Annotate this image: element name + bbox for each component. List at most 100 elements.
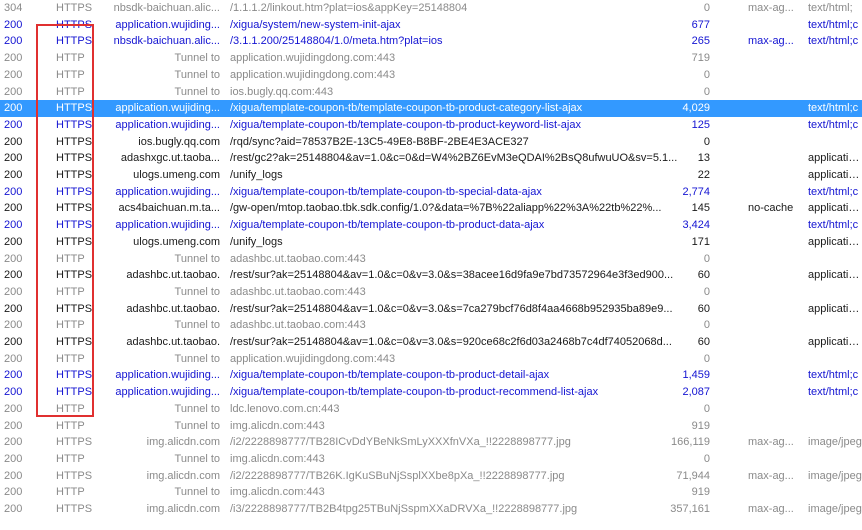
result-code-cell: 200 [4,503,23,515]
result-code-cell: 200 [4,18,23,31]
url-cell: adashbc.ut.taobao.com:443 [230,252,366,265]
session-row[interactable]: 200 HTTPS img.alicdn.com/i2/2228898777/TB2… [0,434,862,451]
session-row[interactable]: 200 HTTPS adashbc.ut.taobao. /rest/sur?ak=2… [0,301,862,318]
result-code-cell: 304 [4,2,23,14]
protocol-cell: HTTPS [56,336,93,348]
url-cell: /xigua/template-coupon-tb/template-coupo… [230,118,581,131]
body-size-cell: 919 [691,419,710,432]
host-cell: ulogs.umeng.com [133,169,220,181]
session-row[interactable]: 200 HTTPS nbsdk-baichuan.alic... /3.1.1.200… [0,33,862,50]
protocol-cell: HTTP [56,352,85,365]
session-row[interactable]: 200 HTTPS acs4baichuan.m.ta... /gw-open/mto… [0,200,862,217]
session-row[interactable]: 200 HTTP Tunnel to adashbc.ut.taobao.com:44… [0,317,862,334]
session-row[interactable]: 200 HTTPS adashxgc.ut.taoba... /rest/gc2?ak… [0,150,862,167]
host-cell: Tunnel to [174,402,220,415]
host-cell: Tunnel to [174,319,220,332]
session-row[interactable]: 200 HTTP Tunnel to img.alicdn.com:443 0 [0,451,862,468]
body-size-cell: 3,424 [682,219,710,232]
body-size-cell: 166,119 [671,436,710,449]
caching-cell: max-ag... [748,2,794,14]
session-row[interactable]: 200 HTTP Tunnel to img.alicdn.com:443 919 [0,484,862,501]
body-size-cell: 60 [697,269,710,282]
host-cell: application.wujiding... [115,185,220,198]
result-code-cell: 200 [4,152,23,165]
result-code-cell: 200 [4,102,23,115]
content-type-cell: text/html;c [808,102,859,115]
url-cell: /i3/2228898777/TB2B4tpg25TBuNjSspmXXaDRV… [230,503,578,515]
body-size-cell: 60 [697,302,710,315]
protocol-cell: HTTPS [56,503,93,515]
content-type-cell: image/jpeg [808,436,862,449]
session-row[interactable]: 200 HTTPS application.wujiding... /xigua/te… [0,384,862,401]
session-row[interactable]: 200 HTTP Tunnel to application.wujidingdong… [0,50,862,67]
body-size-cell: 125 [691,118,710,131]
host-cell: Tunnel to [174,419,220,432]
session-row[interactable]: 200 HTTP Tunnel to ios.bugly.qq.com:443 0 [0,84,862,101]
content-type-cell: text/html; [808,2,853,14]
result-code-cell: 200 [4,269,23,282]
content-type-cell: text/html;c [808,185,859,198]
content-type-cell: application/ [808,336,862,348]
session-row-selected[interactable]: 200 HTTPS application.wujiding... /xigua/te… [0,100,862,117]
body-size-cell: 22 [697,169,710,181]
host-cell: Tunnel to [174,352,220,365]
body-size-cell: 0 [703,85,710,98]
host-cell: Tunnel to [174,68,220,81]
session-row[interactable]: 200 HTTP Tunnel to img.alicdn.com:443 919 [0,418,862,435]
session-row[interactable]: 200 HTTP Tunnel to ldc.lenovo.com.cn:443 0 [0,401,862,418]
host-cell: img.alicdn.com [146,503,220,515]
session-row[interactable]: 200 HTTPS application.wujiding... /xigua/te… [0,117,862,134]
session-row[interactable]: 200 HTTPS adashbc.ut.taobao. /rest/sur?ak=2… [0,267,862,284]
body-size-cell: 2,087 [682,386,710,399]
session-row[interactable]: 200 HTTPS ios.bugly.qq.com/rqd/sync?aid=78… [0,134,862,151]
session-row[interactable]: 200 HTTPS application.wujiding... /xigua/te… [0,217,862,234]
protocol-cell: HTTPS [56,386,93,399]
session-row[interactable]: 200 HTTPS application.wujiding... /xigua/sy… [0,17,862,34]
session-row[interactable]: 200 HTTPS ulogs.umeng.com/unify_logs 22 appl… [0,167,862,184]
protocol-cell: HTTPS [56,219,93,232]
content-type-cell: application/ [808,169,862,181]
session-list[interactable]: 304 HTTPS nbsdk-baichuan.alic... /1.1.1.2/l… [0,0,862,530]
protocol-cell: HTTPS [56,2,93,14]
body-size-cell: 0 [703,135,710,148]
body-size-cell: 0 [703,319,710,332]
protocol-cell: HTTPS [56,169,93,181]
body-size-cell: 71,944 [676,469,710,482]
result-code-cell: 200 [4,369,23,382]
result-code-cell: 200 [4,169,23,181]
session-row[interactable]: 200 HTTPS application.wujiding... /xigua/te… [0,367,862,384]
host-cell: Tunnel to [174,52,220,65]
session-row[interactable]: 200 HTTP Tunnel to adashbc.ut.taobao.com:44… [0,251,862,268]
result-code-cell: 200 [4,419,23,432]
protocol-cell: HTTPS [56,102,93,115]
session-row[interactable]: 200 HTTP Tunnel to adashbc.ut.taobao.com:44… [0,284,862,301]
body-size-cell: 677 [691,18,710,31]
url-cell: /rest/gc2?ak=25148804&av=1.0&c=0&d=W4%2B… [230,152,678,165]
url-cell: adashbc.ut.taobao.com:443 [230,319,366,332]
body-size-cell: 0 [703,352,710,365]
url-cell: img.alicdn.com:443 [230,486,325,499]
url-cell: ldc.lenovo.com.cn:443 [230,402,340,415]
session-row[interactable]: 200 HTTPS adashbc.ut.taobao. /rest/sur?ak=2… [0,334,862,351]
result-code-cell: 200 [4,85,23,98]
body-size-cell: 13 [697,152,710,165]
result-code-cell: 200 [4,185,23,198]
protocol-cell: HTTPS [56,185,93,198]
host-cell: application.wujiding... [115,369,220,382]
host-cell: application.wujiding... [115,386,220,399]
session-row[interactable]: 200 HTTPS img.alicdn.com/i3/2228898777/TB2… [0,501,862,518]
body-size-cell: 145 [691,202,710,215]
url-cell: /xigua/template-coupon-tb/template-coupo… [230,219,545,232]
content-type-cell: application/ [808,235,862,248]
url-cell: ios.bugly.qq.com:443 [230,85,334,98]
content-type-cell: text/html;c [808,18,859,31]
session-row[interactable]: 200 HTTPS img.alicdn.com/i2/2228898777/TB2… [0,468,862,485]
session-row[interactable]: 200 HTTPS ulogs.umeng.com/unify_logs 171 app… [0,234,862,251]
session-row[interactable]: 200 HTTP Tunnel to application.wujidingdong… [0,67,862,84]
session-row[interactable]: 304 HTTPS nbsdk-baichuan.alic... /1.1.1.2/l… [0,0,862,17]
session-row[interactable]: 200 HTTP Tunnel to application.wujidingdong… [0,351,862,368]
url-cell: /xigua/template-coupon-tb/template-coupo… [230,386,599,399]
host-cell: acs4baichuan.m.ta... [118,202,220,215]
content-type-cell: image/jpeg [808,503,862,515]
session-row[interactable]: 200 HTTPS application.wujiding... /xigua/te… [0,184,862,201]
